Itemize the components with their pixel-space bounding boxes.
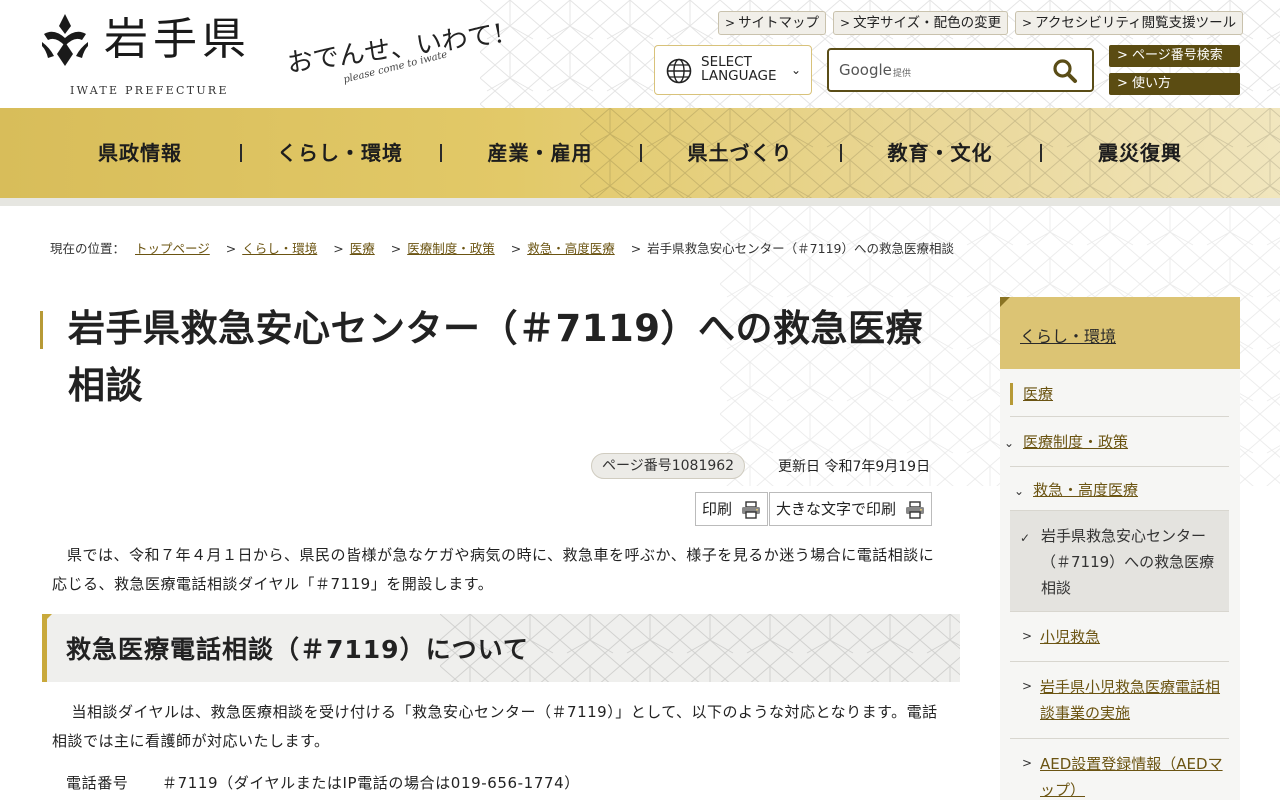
phone-row: 電話番号 ＃7119（ダイヤルまたはIP電話の場合は019-656-1774） [66,772,580,793]
sitemap-link[interactable]: > サイトマップ [718,11,827,35]
breadcrumb-link-emergency[interactable]: 救急・高度医療 [527,241,615,256]
nav-item-industry-employment[interactable]: 産業・雇用 [440,108,640,198]
breadcrumb-current: 岩手県救急安心センター（＃7119）への救急医療相談 [647,241,954,256]
globe-icon [666,58,692,84]
accessibility-tool-link[interactable]: > アクセシビリティ閲覧支援ツール [1015,11,1244,35]
breadcrumb-prefix: 現在の位置： [50,241,126,256]
breadcrumb-separator: > [390,241,402,256]
global-nav: 県政情報 くらし・環境 産業・雇用 県土づくり 教育・文化 震災復興 [0,108,1280,198]
breadcrumb: 現在の位置： トップページ > くらし・環境 > 医療 > 医療制度・政策 > 救急・高… [50,238,960,257]
sidebar-item-medical-policy[interactable]: ⌄ 医療制度・政策 [1004,417,1229,467]
breadcrumb-link-medical[interactable]: 医療 [350,241,375,256]
sidebar-heading-corner [1000,297,1010,307]
breadcrumb-link-living[interactable]: くらし・環境 [242,241,317,256]
section-paragraph: 当相談ダイヤルは、救急医療相談を受け付ける「救急安心センター（＃7119）」とし… [52,703,938,750]
nav-item-land-development[interactable]: 県土づくり [640,108,840,198]
print-button[interactable]: 印刷 [695,492,768,526]
sidebar-item-aed[interactable]: > AED設置登録情報（AEDマップ） [1010,739,1229,800]
printer-icon [905,500,924,519]
chevron-right-icon: > [1117,76,1133,91]
nav-item-disaster-recovery[interactable]: 震災復興 [1040,108,1240,198]
intro-paragraph: 県では、令和７年４月１日から、県民の皆様が急なケガや病気の時に、救急車を呼ぶか、… [52,546,935,593]
chevron-right-icon: > [1117,48,1133,63]
section-heading-bar [42,614,47,682]
select-language-dropdown[interactable]: SELECT LANGUAGE ⌄ [654,45,812,95]
site-logo-name[interactable]: 岩手県 [104,12,251,68]
lang-label-select: SELECT [701,54,752,70]
title-accent-bar [40,311,43,349]
checkmark-icon: ✓ [1020,531,1031,545]
chevron-down-icon: ⌄ [1014,484,1025,498]
section-heading-corner [42,614,52,624]
sidebar-item-medical[interactable]: 医療 [1010,369,1229,417]
page-number-search-button[interactable]: > ページ番号検索 [1109,45,1240,67]
section-heading: 救急医療電話相談（＃7119）について [42,614,960,682]
chevron-down-icon: ⌄ [1004,436,1015,450]
sidebar-item-pediatric-phone[interactable]: > 岩手県小児救急医療電話相談事業の実施 [1010,662,1229,739]
search-input[interactable] [919,56,1039,84]
page-title: 岩手県救急安心センター（＃7119）への救急医療相談 [68,307,923,407]
nav-item-living-environment[interactable]: くらし・環境 [240,108,440,198]
text-size-color-link[interactable]: > 文字サイズ・配色の変更 [833,11,1009,35]
sidebar-item-pediatric-emergency[interactable]: > 小児救急 [1010,612,1229,662]
search-icon[interactable] [1052,58,1078,84]
phone-label: 電話番号 [66,774,129,792]
google-brand: Google [839,61,892,79]
breadcrumb-separator: > [630,241,642,256]
nav-item-prefectural-government[interactable]: 県政情報 [40,108,240,198]
chevron-right-icon: > [1022,679,1033,693]
page-number-badge: ページ番号1081962 [591,453,746,479]
chevron-right-icon: > [840,16,851,30]
sidebar-item-current-page[interactable]: ✓ 岩手県救急安心センター（＃7119）への救急医療相談 [1010,511,1229,612]
chevron-down-icon: ⌄ [790,63,801,77]
prefecture-emblem-icon [42,14,88,66]
printer-icon [741,500,760,519]
breadcrumb-separator: > [510,241,522,256]
breadcrumb-link-top[interactable]: トップページ [135,241,210,256]
breadcrumb-separator: > [225,241,237,256]
nav-item-education-culture[interactable]: 教育・文化 [840,108,1040,198]
chevron-right-icon: > [1022,756,1033,770]
breadcrumb-separator: > [333,241,344,256]
breadcrumb-link-medical-policy[interactable]: 医療制度・政策 [407,241,495,256]
sidebar-item-emergency[interactable]: ⌄ 救急・高度医療 [1010,467,1229,511]
site-header: 岩手県 IWATE PREFECTURE おでんせ、いわて! please co… [0,0,1280,108]
chevron-right-icon: > [725,16,736,30]
section-heading-text: 救急医療電話相談（＃7119）について [66,635,529,664]
sidebar: くらし・環境 医療 ⌄ 医療制度・政策 ⌄ 救急・高度医療 ✓ 岩手県救急安心セ… [1000,297,1240,800]
nav-divider [0,198,1280,206]
google-brand-sub: 提供 [893,69,912,79]
sidebar-heading: くらし・環境 [1000,297,1240,369]
updated-date: 更新日 令和7年9月19日 [778,459,931,475]
site-logo-english: IWATE PREFECTURE [70,84,229,97]
sidebar-menu: 医療 ⌄ 医療制度・政策 ⌄ 救急・高度医療 ✓ 岩手県救急安心センター（＃71… [1000,369,1240,800]
sidebar-heading-link[interactable]: くらし・環境 [1020,323,1116,347]
phone-value: ＃7119（ダイヤルまたはIP電話の場合は019-656-1774） [162,774,580,792]
site-search: Google 提供 [827,48,1094,92]
print-large-text-button[interactable]: 大きな文字で印刷 [769,492,932,526]
chevron-right-icon: > [1022,16,1033,30]
chevron-right-icon: > [1022,629,1033,643]
lang-label-language: LANGUAGE [701,68,777,84]
how-to-use-button[interactable]: > 使い方 [1109,73,1240,95]
